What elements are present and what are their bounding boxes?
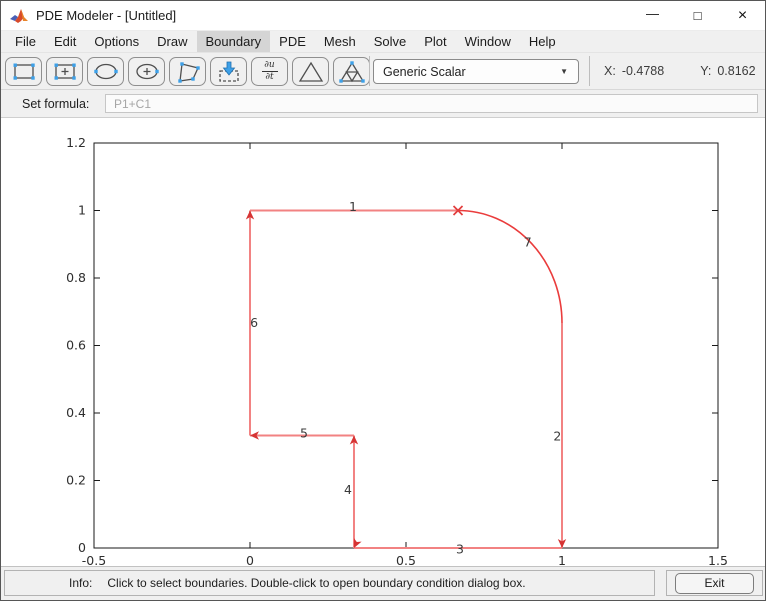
dropdown-caret-icon: ▼ [560, 67, 568, 76]
menu-item-edit[interactable]: Edit [45, 31, 85, 52]
set-formula-row: Set formula: [1, 90, 765, 118]
cursor-position-readout: X: -0.4788 Y: 0.8162 [590, 53, 763, 89]
draw-rectangle-center-button[interactable] [46, 57, 83, 86]
draw-ellipse-corner-button[interactable] [87, 57, 124, 86]
toolbar-separator [369, 56, 370, 86]
boundary-edge-7[interactable] [458, 211, 562, 323]
y-tick-label: 0.6 [66, 338, 86, 353]
refine-mesh-icon [337, 59, 367, 85]
y-tick-label: 0.2 [66, 473, 86, 488]
minimize-icon: — [646, 6, 659, 21]
info-label: Info: [69, 576, 92, 590]
minimize-button[interactable]: — [630, 1, 675, 30]
boundary-mode-icon [214, 59, 244, 85]
cursor-x-label: X: [604, 64, 616, 78]
draw-ellipse-center-button[interactable] [128, 57, 165, 86]
edge-label-5: 5 [300, 425, 308, 440]
pde-denominator: ∂t [265, 73, 273, 82]
rectangle-icon [9, 59, 39, 85]
x-tick-label: 0.5 [396, 553, 416, 566]
initialize-mesh-button[interactable] [292, 57, 329, 86]
cursor-x-value: -0.4788 [622, 64, 664, 78]
menu-item-solve[interactable]: Solve [365, 31, 416, 52]
toolbar: ∂u ∂t Generic Scalar ▼ [1, 53, 765, 90]
axes-box [94, 143, 718, 548]
menu-item-file[interactable]: File [6, 31, 45, 52]
exit-group: Exit [666, 570, 763, 596]
menubar: FileEditOptionsDrawBoundaryPDEMeshSolveP… [1, 31, 765, 53]
exit-button[interactable]: Exit [675, 573, 754, 594]
edge-label-4: 4 [344, 482, 352, 497]
y-tick-label: 0.8 [66, 270, 86, 285]
cursor-y-label: Y: [700, 64, 711, 78]
titlebar: PDE Modeler - [Untitled] — □ × [1, 1, 765, 31]
window-title: PDE Modeler - [Untitled] [36, 8, 176, 23]
maximize-button[interactable]: □ [675, 1, 720, 30]
application-mode-value: Generic Scalar [383, 65, 466, 79]
set-formula-input[interactable] [105, 94, 758, 113]
plot-panel: -0.500.511.500.20.40.60.811.21723456 [1, 118, 765, 566]
menu-item-plot[interactable]: Plot [415, 31, 455, 52]
close-icon: × [738, 7, 747, 25]
y-tick-label: 1.2 [66, 135, 86, 150]
info-message: Click to select boundaries. Double-click… [107, 576, 525, 590]
draw-polygon-button[interactable] [169, 57, 206, 86]
pde-fraction-icon: ∂u ∂t [262, 61, 278, 82]
boundary-plot[interactable]: -0.500.511.500.20.40.60.811.21723456 [1, 118, 765, 566]
info-group: Info: Click to select boundaries. Double… [4, 570, 655, 596]
x-tick-label: 0 [246, 553, 254, 566]
draw-rectangle-corner-button[interactable] [5, 57, 42, 86]
y-tick-label: 0 [78, 540, 86, 555]
edge-label-7: 7 [524, 235, 532, 250]
menu-item-draw[interactable]: Draw [148, 31, 196, 52]
matlab-logo-icon [9, 8, 29, 24]
menu-item-help[interactable]: Help [520, 31, 565, 52]
mesh-triangle-icon [296, 59, 326, 85]
boundary-mode-button[interactable] [210, 57, 247, 86]
rectangle-center-icon [50, 59, 80, 85]
menu-item-options[interactable]: Options [85, 31, 148, 52]
edge-label-6: 6 [250, 315, 258, 330]
ellipse-center-icon [132, 59, 162, 85]
edge-label-2: 2 [553, 429, 561, 444]
ellipse-icon [91, 59, 121, 85]
edge-label-1: 1 [349, 199, 357, 214]
menu-item-window[interactable]: Window [456, 31, 520, 52]
pde-modeler-window: PDE Modeler - [Untitled] — □ × FileEditO… [0, 0, 766, 601]
set-formula-label: Set formula: [22, 97, 89, 111]
pde-numerator: ∂u [264, 61, 274, 70]
statusbar: Info: Click to select boundaries. Double… [1, 566, 765, 599]
x-tick-label: 1.5 [708, 553, 728, 566]
pde-mode-button[interactable]: ∂u ∂t [251, 57, 288, 86]
close-button[interactable]: × [720, 1, 765, 30]
x-tick-label: 1 [558, 553, 566, 566]
edge-label-3: 3 [456, 541, 464, 556]
y-tick-label: 1 [78, 203, 86, 218]
maximize-icon: □ [694, 8, 702, 23]
refine-mesh-button[interactable] [333, 57, 370, 86]
application-mode-select[interactable]: Generic Scalar ▼ [373, 59, 579, 84]
caption-buttons: — □ × [630, 1, 765, 30]
menu-item-boundary[interactable]: Boundary [197, 31, 271, 52]
y-tick-label: 0.4 [66, 405, 86, 420]
polygon-icon [173, 59, 203, 85]
menu-item-pde[interactable]: PDE [270, 31, 315, 52]
menu-item-mesh[interactable]: Mesh [315, 31, 365, 52]
cursor-y-value: 0.8162 [717, 64, 755, 78]
